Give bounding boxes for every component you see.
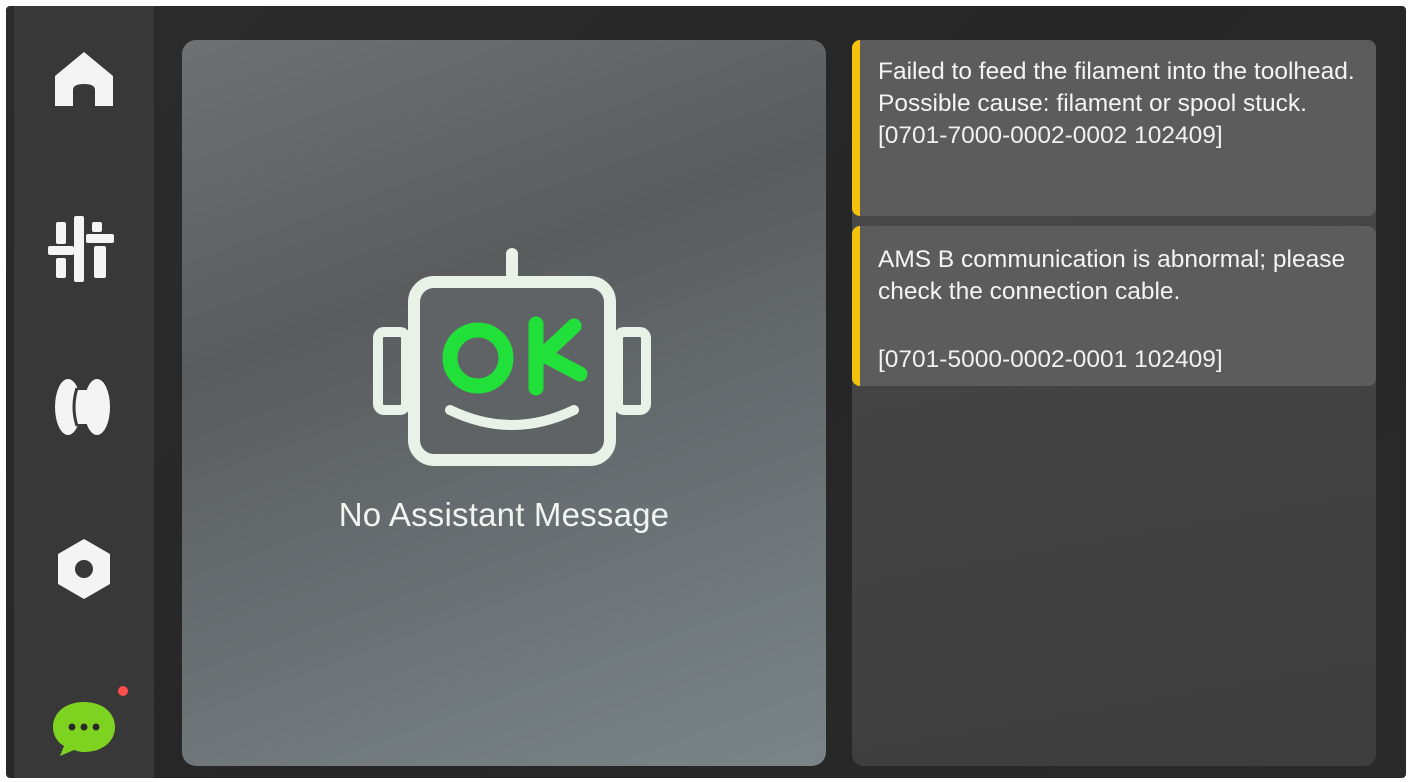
message-card[interactable]: AMS B communication is abnormal; please …: [852, 226, 1376, 386]
warning-accent-bar: [852, 226, 860, 386]
messages-panel: Failed to feed the filament into the too…: [852, 40, 1376, 766]
sidebar: [14, 6, 154, 778]
sidebar-item-controls[interactable]: [14, 194, 154, 304]
assistant-chat-icon: [53, 702, 115, 756]
controls-icon: [48, 216, 114, 282]
sidebar-item-settings[interactable]: [14, 514, 154, 624]
no-assistant-message-label: No Assistant Message: [338, 496, 670, 533]
warning-accent-bar: [852, 40, 860, 216]
message-text: AMS B communication is abnormal; please …: [878, 246, 1346, 305]
message-text: Failed to feed the filament into the too…: [878, 58, 1355, 117]
message-card[interactable]: Failed to feed the filament into the too…: [852, 40, 1376, 216]
sidebar-item-assistant[interactable]: [14, 672, 154, 778]
sidebar-item-filament[interactable]: [14, 352, 154, 462]
filament-spool-icon: [55, 379, 110, 435]
error-code: [0701-7000-0002-0002 102409]: [878, 122, 1223, 149]
assistant-panel: OK No Assistant Message: [182, 40, 826, 766]
printer-screen: OK No Assistant Message Failed to feed t…: [6, 6, 1406, 778]
sidebar-item-home[interactable]: [14, 24, 154, 134]
robot-ok-icon: OK: [373, 248, 651, 466]
settings-nut-icon: [58, 539, 110, 599]
notification-dot: [118, 686, 128, 696]
error-code: [0701-5000-0002-0001 102409]: [878, 346, 1223, 373]
home-icon: [55, 52, 113, 106]
